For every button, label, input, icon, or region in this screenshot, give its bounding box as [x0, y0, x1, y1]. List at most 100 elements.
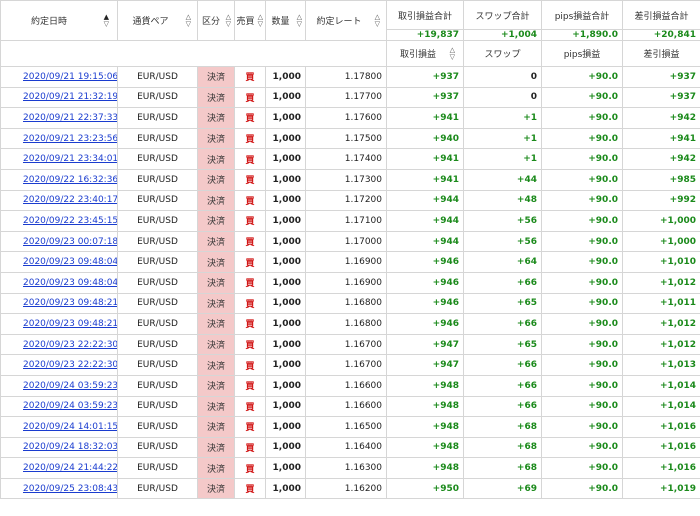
trade-kind: 決済	[197, 457, 235, 479]
trade-date-link[interactable]: 2020/09/22 23:45:15	[23, 216, 117, 226]
header-pair[interactable]: 通貨ペア △ ▽	[117, 0, 198, 41]
trade-date-cell: 2020/09/24 03:59:23	[0, 395, 118, 418]
trade-net: +1,016	[622, 416, 700, 438]
trade-net: +1,016	[622, 436, 700, 459]
table-row: 2020/09/22 23:45:15 EUR/USD 決済 買 1,000 1…	[0, 210, 700, 232]
trade-date-cell: 2020/09/23 00:07:18	[0, 230, 118, 253]
header-pl[interactable]: 取引損益 △ ▽	[386, 40, 464, 67]
trade-date-link[interactable]: 2020/09/25 23:08:43	[23, 484, 117, 494]
trade-side: 買	[234, 86, 266, 109]
trade-pips: +90.0	[541, 66, 623, 88]
trade-date-link[interactable]: 2020/09/21 23:23:56	[23, 134, 117, 144]
header-rate[interactable]: 約定レート △ ▽	[305, 0, 387, 41]
trade-side: 買	[234, 374, 266, 397]
header-pair-label: 通貨ペア	[132, 17, 169, 27]
trade-date-cell: 2020/09/23 22:22:30	[0, 333, 118, 356]
table-row: 2020/09/21 23:23:56 EUR/USD 決済 買 1,000 1…	[0, 127, 700, 150]
trade-qty: 1,000	[265, 189, 306, 212]
trade-side: 買	[234, 457, 266, 479]
sort-arrows-icon[interactable]: △ ▽	[450, 46, 455, 61]
trade-date-link[interactable]: 2020/09/23 22:22:30	[23, 360, 117, 370]
trade-pips: +90.0	[541, 354, 623, 376]
trade-pl: +946	[386, 251, 464, 273]
trade-qty: 1,000	[265, 416, 306, 438]
trade-side: 買	[234, 168, 266, 191]
trade-date-link[interactable]: 2020/09/24 14:01:15	[23, 422, 117, 432]
trade-swap: +1	[463, 148, 542, 170]
table-row: 2020/09/23 09:48:04 EUR/USD 決済 買 1,000 1…	[0, 251, 700, 273]
trade-pl: +937	[386, 66, 464, 88]
trade-swap: +1	[463, 127, 542, 150]
trade-date-link[interactable]: 2020/09/21 21:32:19	[23, 92, 117, 102]
trade-date-link[interactable]: 2020/09/21 23:34:01	[23, 154, 117, 164]
header-qty-label: 数量	[271, 17, 290, 27]
header-rate-label: 約定レート	[316, 17, 362, 27]
trade-date-link[interactable]: 2020/09/24 18:32:03	[23, 442, 117, 452]
trade-net: +1,012	[622, 313, 700, 335]
trade-side: 買	[234, 333, 266, 356]
trade-pips: +90.0	[541, 168, 623, 191]
table-row: 2020/09/21 19:15:06 EUR/USD 決済 買 1,000 1…	[0, 66, 700, 88]
header-kind-label: 区分	[201, 17, 220, 27]
trade-date-link[interactable]: 2020/09/24 21:44:22	[23, 463, 117, 473]
trade-net: +1,000	[622, 210, 700, 232]
trade-date-link[interactable]: 2020/09/23 22:22:30	[23, 340, 117, 350]
sort-down-icon: ▽	[185, 19, 191, 28]
trade-kind: 決済	[197, 374, 235, 397]
header-kind[interactable]: 区分 △ ▽	[197, 0, 235, 41]
trade-qty: 1,000	[265, 354, 306, 376]
header-date[interactable]: 約定日時 ▲ ▽	[0, 0, 118, 41]
trade-date-link[interactable]: 2020/09/23 00:07:18	[23, 237, 117, 247]
trade-swap: +66	[463, 374, 542, 397]
trade-swap: +48	[463, 189, 542, 212]
sort-arrows-icon[interactable]: △ ▽	[258, 13, 263, 28]
trade-date-cell: 2020/09/24 18:32:03	[0, 436, 118, 459]
trade-swap: +56	[463, 210, 542, 232]
trade-rate: 1.17300	[305, 168, 387, 191]
trade-date-link[interactable]: 2020/09/21 19:15:06	[23, 72, 117, 82]
trade-date-cell: 2020/09/21 22:37:33	[0, 107, 118, 129]
trade-net: +1,016	[622, 457, 700, 479]
table-row: 2020/09/21 21:32:19 EUR/USD 決済 買 1,000 1…	[0, 86, 700, 109]
trade-date-link[interactable]: 2020/09/23 09:48:21	[23, 319, 117, 329]
sort-arrows-icon[interactable]: △ ▽	[185, 13, 191, 28]
trade-qty: 1,000	[265, 107, 306, 129]
sort-arrows-icon[interactable]: △ ▽	[296, 13, 302, 28]
header-qty[interactable]: 数量 △ ▽	[265, 0, 306, 41]
trade-side: 買	[234, 148, 266, 170]
trade-qty: 1,000	[265, 395, 306, 418]
trade-date-link[interactable]: 2020/09/23 09:48:04	[23, 257, 117, 267]
currency-pair: EUR/USD	[117, 333, 198, 356]
trade-date-link[interactable]: 2020/09/22 23:40:17	[23, 195, 117, 205]
trade-date-link[interactable]: 2020/09/24 03:59:23	[23, 401, 117, 411]
header-pl-total: 取引損益合計	[386, 0, 464, 30]
trade-date-link[interactable]: 2020/09/24 03:59:23	[23, 381, 117, 391]
trade-rate: 1.16300	[305, 457, 387, 479]
trade-qty: 1,000	[265, 333, 306, 356]
header-side[interactable]: 売買 △ ▽	[234, 0, 266, 41]
trade-qty: 1,000	[265, 313, 306, 335]
trade-kind: 決済	[197, 271, 235, 294]
sort-arrows-icon[interactable]: ▲ ▽	[104, 13, 109, 28]
currency-pair: EUR/USD	[117, 354, 198, 376]
sort-down-icon: ▽	[296, 19, 302, 28]
trade-swap: 0	[463, 66, 542, 88]
trade-pl: +946	[386, 292, 464, 315]
trade-swap: +56	[463, 230, 542, 253]
trade-net: +1,000	[622, 230, 700, 253]
currency-pair: EUR/USD	[117, 292, 198, 315]
trade-date-link[interactable]: 2020/09/21 22:37:33	[23, 113, 117, 123]
trade-date-link[interactable]: 2020/09/23 09:48:04	[23, 278, 117, 288]
trade-date-link[interactable]: 2020/09/22 16:32:36	[23, 175, 117, 185]
sort-arrows-icon[interactable]: △ ▽	[226, 13, 231, 28]
total-pips-value: +1,890.0	[541, 29, 623, 41]
header-pips: pips損益	[541, 40, 623, 67]
trade-kind: 決済	[197, 333, 235, 356]
header-swap: スワップ	[463, 40, 542, 67]
trade-rate: 1.16800	[305, 313, 387, 335]
trade-qty: 1,000	[265, 251, 306, 273]
trade-date-link[interactable]: 2020/09/23 09:48:21	[23, 298, 117, 308]
trade-qty: 1,000	[265, 127, 306, 150]
sort-arrows-icon[interactable]: △ ▽	[375, 13, 380, 28]
trade-swap: +68	[463, 457, 542, 479]
